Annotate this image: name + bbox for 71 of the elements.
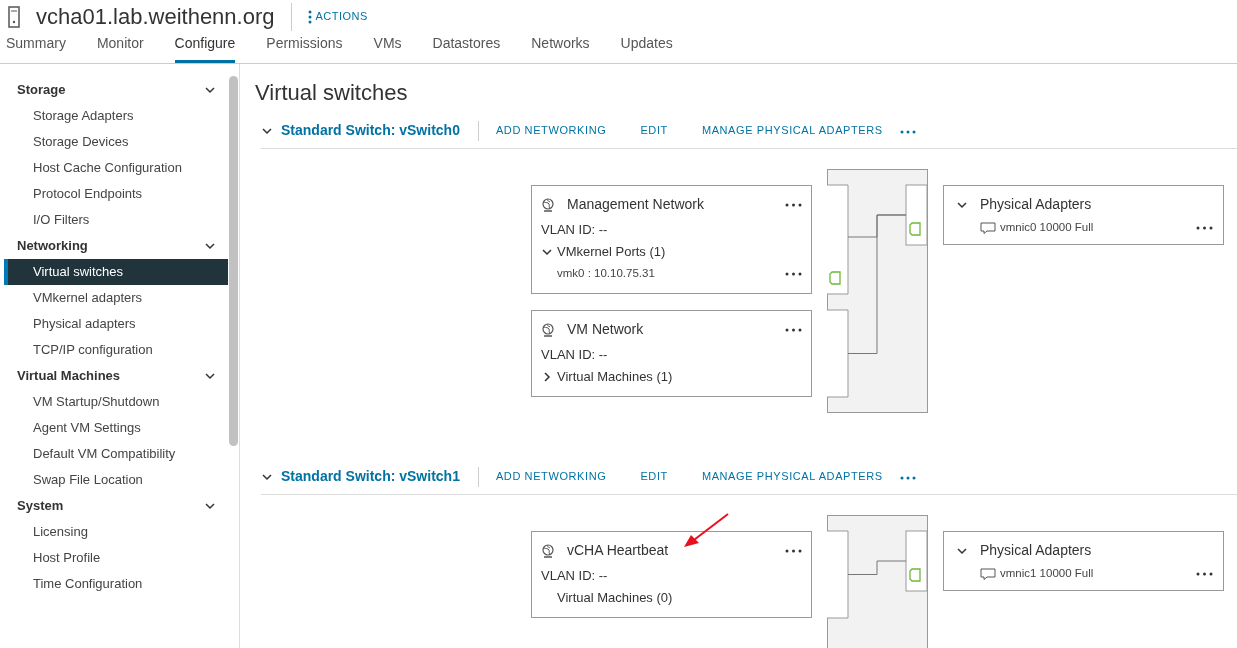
vlan-label: VLAN ID: -- (541, 567, 609, 586)
tab[interactable]: Datastores (432, 33, 501, 63)
port-address: vmk0 : 10.10.75.31 (557, 266, 655, 282)
adapter-label: vmnic1 10000 Full (1000, 566, 1094, 581)
page-title: Virtual switches (255, 79, 409, 107)
adapters-title: Physical Adapters (980, 541, 1092, 560)
sidebar-item[interactable]: VMkernel adapters (0, 285, 228, 311)
switch-title[interactable]: Standard Switch: vSwitch0 (261, 120, 460, 141)
action-link[interactable]: ADD NETWORKING (478, 122, 624, 139)
sidebar-item[interactable]: Time Configuration (0, 571, 228, 597)
sidebar-item[interactable]: Host Profile (0, 545, 228, 571)
tab[interactable]: Updates (620, 33, 673, 63)
monitor-icon (980, 567, 996, 580)
section-label: Virtual Machines (0) (557, 589, 673, 608)
section-label[interactable]: VMkernel Ports (1) (557, 242, 666, 262)
sidebar-item[interactable]: Swap File Location (0, 467, 228, 493)
adapters-title: Physical Adapters (980, 195, 1092, 214)
more-icon[interactable] (785, 272, 802, 276)
sidebar-item[interactable]: Physical adapters (0, 311, 228, 337)
more-icon[interactable] (785, 202, 802, 207)
action-link[interactable]: EDIT (623, 468, 685, 485)
sidebar-item[interactable]: Storage Adapters (0, 103, 228, 129)
sidebar-item[interactable]: I/O Filters (0, 207, 228, 233)
sidebar-item[interactable]: Virtual switches (4, 259, 228, 285)
chevron-icon (204, 84, 216, 96)
action-link[interactable]: EDIT (623, 122, 685, 139)
actions-link[interactable]: ACTIONS (307, 8, 368, 25)
globe-icon (541, 322, 555, 337)
switch-title[interactable]: Standard Switch: vSwitch1 (261, 466, 460, 487)
port-group-name: VM Network (567, 320, 644, 339)
tab[interactable]: Configure (174, 33, 236, 63)
sidebar-group-header[interactable]: Networking (0, 233, 228, 259)
globe-icon (541, 543, 555, 558)
sidebar-group-header[interactable]: Virtual Machines (0, 363, 228, 389)
globe-icon (541, 197, 555, 212)
sidebar-item[interactable]: Protocol Endpoints (0, 181, 228, 207)
sidebar-item[interactable]: VM Startup/Shutdown (0, 389, 228, 415)
action-link[interactable]: MANAGE PHYSICAL ADAPTERS (684, 468, 900, 485)
adapter-label: vmnic0 10000 Full (1000, 220, 1094, 235)
more-icon[interactable] (1196, 225, 1213, 230)
tab[interactable]: VMs (373, 33, 402, 63)
sidebar-item[interactable]: Default VM Compatibility (0, 441, 228, 467)
sidebar-item[interactable]: Licensing (0, 519, 228, 545)
sidebar-item[interactable]: Host Cache Configuration (0, 155, 228, 181)
tab[interactable]: Summary (6, 33, 66, 63)
vlan-label: VLAN ID: -- (541, 221, 609, 240)
chevron-icon (204, 370, 216, 382)
port-group-name: vCHA Heartbeat (567, 541, 669, 560)
vlan-label: VLAN ID: -- (541, 346, 609, 365)
sidebar-group-header[interactable]: System (0, 493, 228, 519)
more-icon[interactable] (1196, 571, 1213, 576)
kebab-icon (307, 9, 312, 24)
sidebar-item[interactable]: Storage Devices (0, 129, 228, 155)
more-icon[interactable] (785, 327, 802, 332)
sidebar-item[interactable]: TCP/IP configuration (0, 337, 228, 363)
server-icon (8, 5, 20, 28)
sidebar-item[interactable]: Agent VM Settings (0, 415, 228, 441)
chevron-icon (204, 240, 216, 252)
scrollbar-thumb[interactable] (229, 76, 238, 446)
section-label[interactable]: Virtual Machines (1) (557, 367, 673, 387)
tab[interactable]: Monitor (96, 33, 144, 63)
more-icon[interactable] (785, 548, 802, 553)
action-link[interactable]: ADD NETWORKING (478, 468, 624, 485)
sidebar-group-header[interactable]: Storage (0, 77, 228, 103)
chevron-icon (204, 500, 216, 512)
monitor-icon (980, 221, 996, 234)
port-group-name: Management Network (567, 195, 704, 214)
tab[interactable]: Permissions (266, 33, 343, 63)
tab[interactable]: Networks (531, 33, 590, 63)
action-link[interactable]: MANAGE PHYSICAL ADAPTERS (684, 122, 900, 139)
host-title: vcha01.lab.weithenn.org (36, 3, 275, 31)
